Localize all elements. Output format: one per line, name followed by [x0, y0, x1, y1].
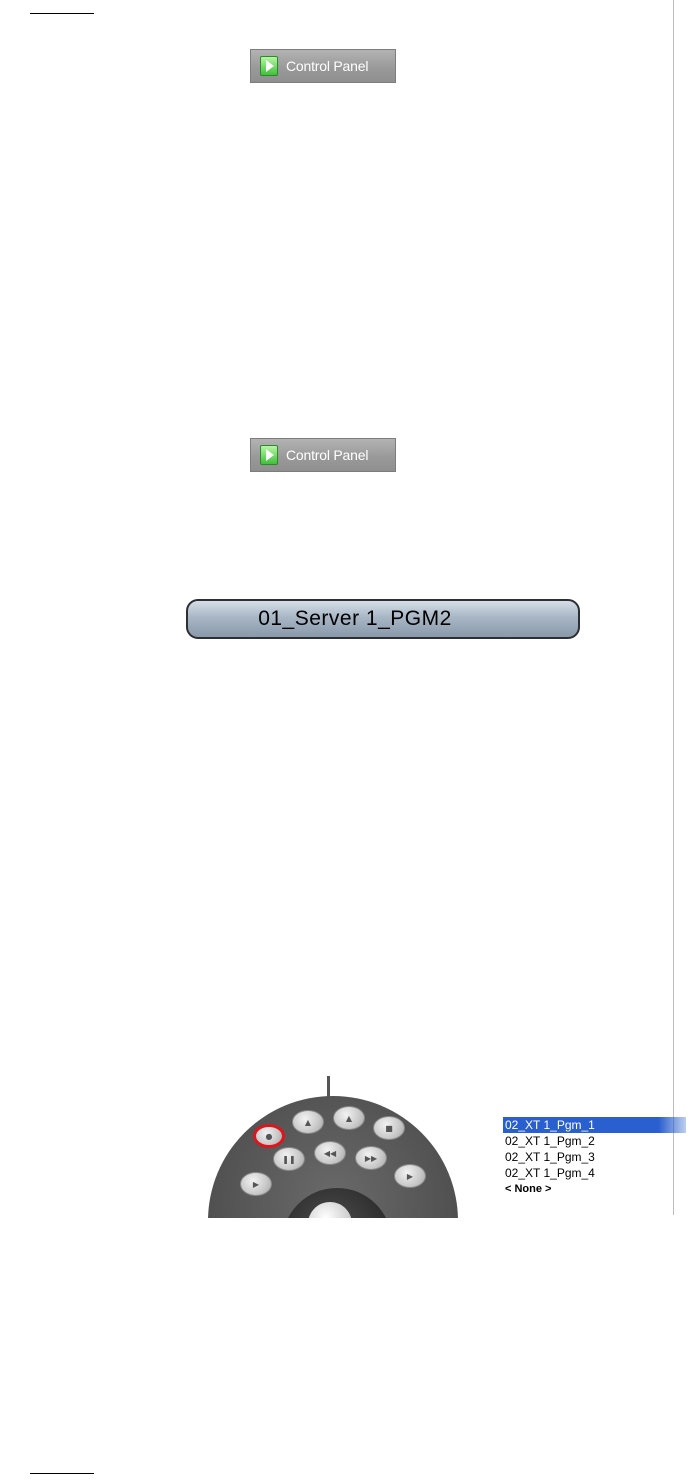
channel-item[interactable]: 02_XT 1_Pgm_3 — [503, 1149, 686, 1165]
controller-button: ▶ — [394, 1164, 426, 1188]
server-channel-display: 01_Server 1_PGM2 — [186, 599, 580, 639]
channel-item[interactable]: 02_XT 1_Pgm_1 — [503, 1117, 686, 1133]
controller-button: ■ — [373, 1116, 405, 1140]
play-button: ▶ — [240, 1172, 272, 1196]
channel-item-none[interactable]: < None > — [503, 1181, 686, 1197]
pause-button: ❚❚ — [273, 1147, 305, 1171]
channel-list: 02_XT 1_Pgm_1 02_XT 1_Pgm_2 02_XT 1_Pgm_… — [503, 1117, 686, 1197]
margin-line — [673, 0, 674, 1215]
control-panel-label: Control Panel — [286, 447, 369, 463]
controller-cable — [327, 1076, 330, 1098]
jog-controller-image: ● ▲ ▲ ■ ❚❚ ◀◀ ▶▶ ▶ ▶ — [208, 1076, 458, 1218]
record-button: ● — [253, 1124, 285, 1148]
server-channel-label: 01_Server 1_PGM2 — [258, 607, 452, 630]
controller-button: ▲ — [333, 1106, 365, 1130]
control-panel-label: Control Panel — [286, 58, 369, 74]
control-panel-button[interactable]: Control Panel — [250, 49, 396, 83]
play-icon — [260, 445, 278, 465]
channel-item[interactable]: 02_XT 1_Pgm_2 — [503, 1133, 686, 1149]
play-icon — [260, 56, 278, 76]
control-panel-button[interactable]: Control Panel — [250, 438, 396, 472]
fast-forward-button: ▶▶ — [355, 1146, 387, 1170]
channel-item[interactable]: 02_XT 1_Pgm_4 — [503, 1165, 686, 1181]
controller-button: ▲ — [292, 1110, 324, 1134]
top-rule — [30, 13, 94, 14]
rewind-button: ◀◀ — [314, 1141, 346, 1165]
bottom-rule — [30, 1473, 94, 1474]
